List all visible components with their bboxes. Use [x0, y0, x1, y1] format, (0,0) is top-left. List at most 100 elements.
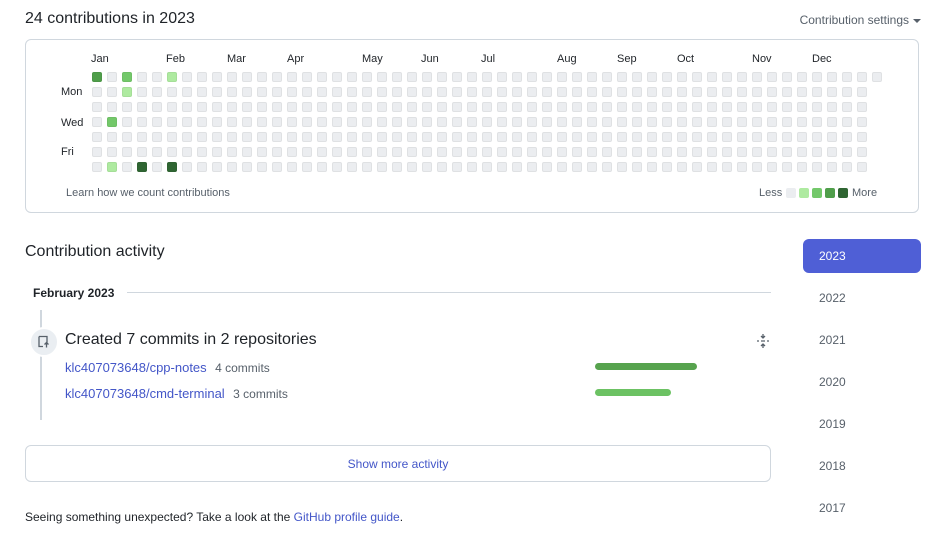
contribution-day[interactable]	[692, 132, 702, 142]
contribution-day[interactable]	[557, 117, 567, 127]
contribution-day[interactable]	[737, 147, 747, 157]
contribution-day[interactable]	[512, 117, 522, 127]
contribution-day[interactable]	[722, 72, 732, 82]
contribution-day[interactable]	[647, 117, 657, 127]
contribution-day[interactable]	[227, 72, 237, 82]
contribution-day[interactable]	[797, 72, 807, 82]
contribution-day[interactable]	[212, 132, 222, 142]
contribution-day[interactable]	[407, 72, 417, 82]
contribution-day[interactable]	[422, 132, 432, 142]
contribution-day[interactable]	[377, 147, 387, 157]
contribution-day[interactable]	[572, 132, 582, 142]
contribution-day[interactable]	[617, 102, 627, 112]
contribution-day[interactable]	[677, 162, 687, 172]
contribution-day[interactable]	[182, 102, 192, 112]
contribution-day[interactable]	[497, 72, 507, 82]
contribution-day[interactable]	[242, 102, 252, 112]
contribution-day[interactable]	[287, 162, 297, 172]
contribution-day[interactable]	[347, 162, 357, 172]
contribution-day[interactable]	[647, 72, 657, 82]
contribution-day[interactable]	[467, 72, 477, 82]
contribution-day[interactable]	[302, 87, 312, 97]
learn-contributions-link[interactable]: Learn how we count contributions	[66, 187, 230, 199]
contribution-day[interactable]	[617, 132, 627, 142]
contribution-day[interactable]	[467, 117, 477, 127]
contribution-day[interactable]	[377, 102, 387, 112]
repo-commits[interactable]: 4 commits	[215, 361, 270, 375]
year-2023[interactable]: 2023	[803, 239, 921, 273]
contribution-day[interactable]	[512, 72, 522, 82]
year-2017[interactable]: 2017	[803, 491, 921, 525]
contribution-day[interactable]	[677, 102, 687, 112]
contribution-day[interactable]	[107, 87, 117, 97]
contribution-day[interactable]	[557, 72, 567, 82]
contribution-day[interactable]	[662, 102, 672, 112]
contribution-day[interactable]	[752, 87, 762, 97]
contribution-day[interactable]	[782, 162, 792, 172]
contribution-day[interactable]	[632, 87, 642, 97]
year-2021[interactable]: 2021	[803, 323, 921, 357]
contribution-day[interactable]	[527, 147, 537, 157]
contribution-day[interactable]	[227, 102, 237, 112]
contribution-day[interactable]	[827, 102, 837, 112]
contribution-day[interactable]	[737, 72, 747, 82]
contribution-day[interactable]	[92, 132, 102, 142]
contribution-day[interactable]	[362, 72, 372, 82]
contribution-day[interactable]	[407, 132, 417, 142]
contribution-day[interactable]	[587, 132, 597, 142]
contribution-day[interactable]	[632, 102, 642, 112]
contribution-day[interactable]	[92, 162, 102, 172]
contribution-day[interactable]	[812, 117, 822, 127]
contribution-day[interactable]	[527, 162, 537, 172]
contribution-day[interactable]	[257, 87, 267, 97]
contribution-day[interactable]	[512, 162, 522, 172]
contribution-day[interactable]	[122, 102, 132, 112]
contribution-day[interactable]	[242, 162, 252, 172]
contribution-day[interactable]	[677, 117, 687, 127]
contribution-day[interactable]	[737, 132, 747, 142]
contribution-day[interactable]	[692, 162, 702, 172]
contribution-day[interactable]	[722, 117, 732, 127]
contribution-day[interactable]	[362, 147, 372, 157]
contribution-day[interactable]	[182, 87, 192, 97]
contribution-day[interactable]	[347, 72, 357, 82]
contribution-day[interactable]	[332, 87, 342, 97]
contribution-day[interactable]	[122, 87, 132, 97]
contribution-day[interactable]	[662, 87, 672, 97]
contribution-day[interactable]	[167, 117, 177, 127]
contribution-day[interactable]	[857, 162, 867, 172]
year-2018[interactable]: 2018	[803, 449, 921, 483]
contribution-day[interactable]	[242, 117, 252, 127]
contribution-day[interactable]	[602, 72, 612, 82]
contribution-day[interactable]	[122, 147, 132, 157]
contribution-day[interactable]	[272, 162, 282, 172]
contribution-day[interactable]	[722, 87, 732, 97]
contribution-day[interactable]	[92, 147, 102, 157]
contribution-day[interactable]	[602, 147, 612, 157]
contribution-day[interactable]	[287, 147, 297, 157]
contribution-day[interactable]	[737, 87, 747, 97]
contribution-day[interactable]	[437, 117, 447, 127]
contribution-day[interactable]	[647, 132, 657, 142]
contribution-day[interactable]	[272, 132, 282, 142]
contribution-day[interactable]	[842, 162, 852, 172]
contribution-day[interactable]	[662, 162, 672, 172]
contribution-day[interactable]	[287, 87, 297, 97]
contribution-day[interactable]	[512, 132, 522, 142]
contribution-day[interactable]	[842, 72, 852, 82]
contribution-day[interactable]	[212, 72, 222, 82]
contribution-day[interactable]	[152, 132, 162, 142]
contribution-day[interactable]	[482, 147, 492, 157]
contribution-day[interactable]	[677, 147, 687, 157]
contribution-day[interactable]	[332, 117, 342, 127]
contribution-day[interactable]	[302, 117, 312, 127]
contribution-day[interactable]	[617, 162, 627, 172]
contribution-day[interactable]	[167, 102, 177, 112]
contribution-day[interactable]	[317, 87, 327, 97]
contribution-day[interactable]	[422, 102, 432, 112]
contribution-day[interactable]	[527, 117, 537, 127]
contribution-day[interactable]	[287, 102, 297, 112]
year-2022[interactable]: 2022	[803, 281, 921, 315]
contribution-day[interactable]	[197, 117, 207, 127]
contribution-day[interactable]	[662, 147, 672, 157]
